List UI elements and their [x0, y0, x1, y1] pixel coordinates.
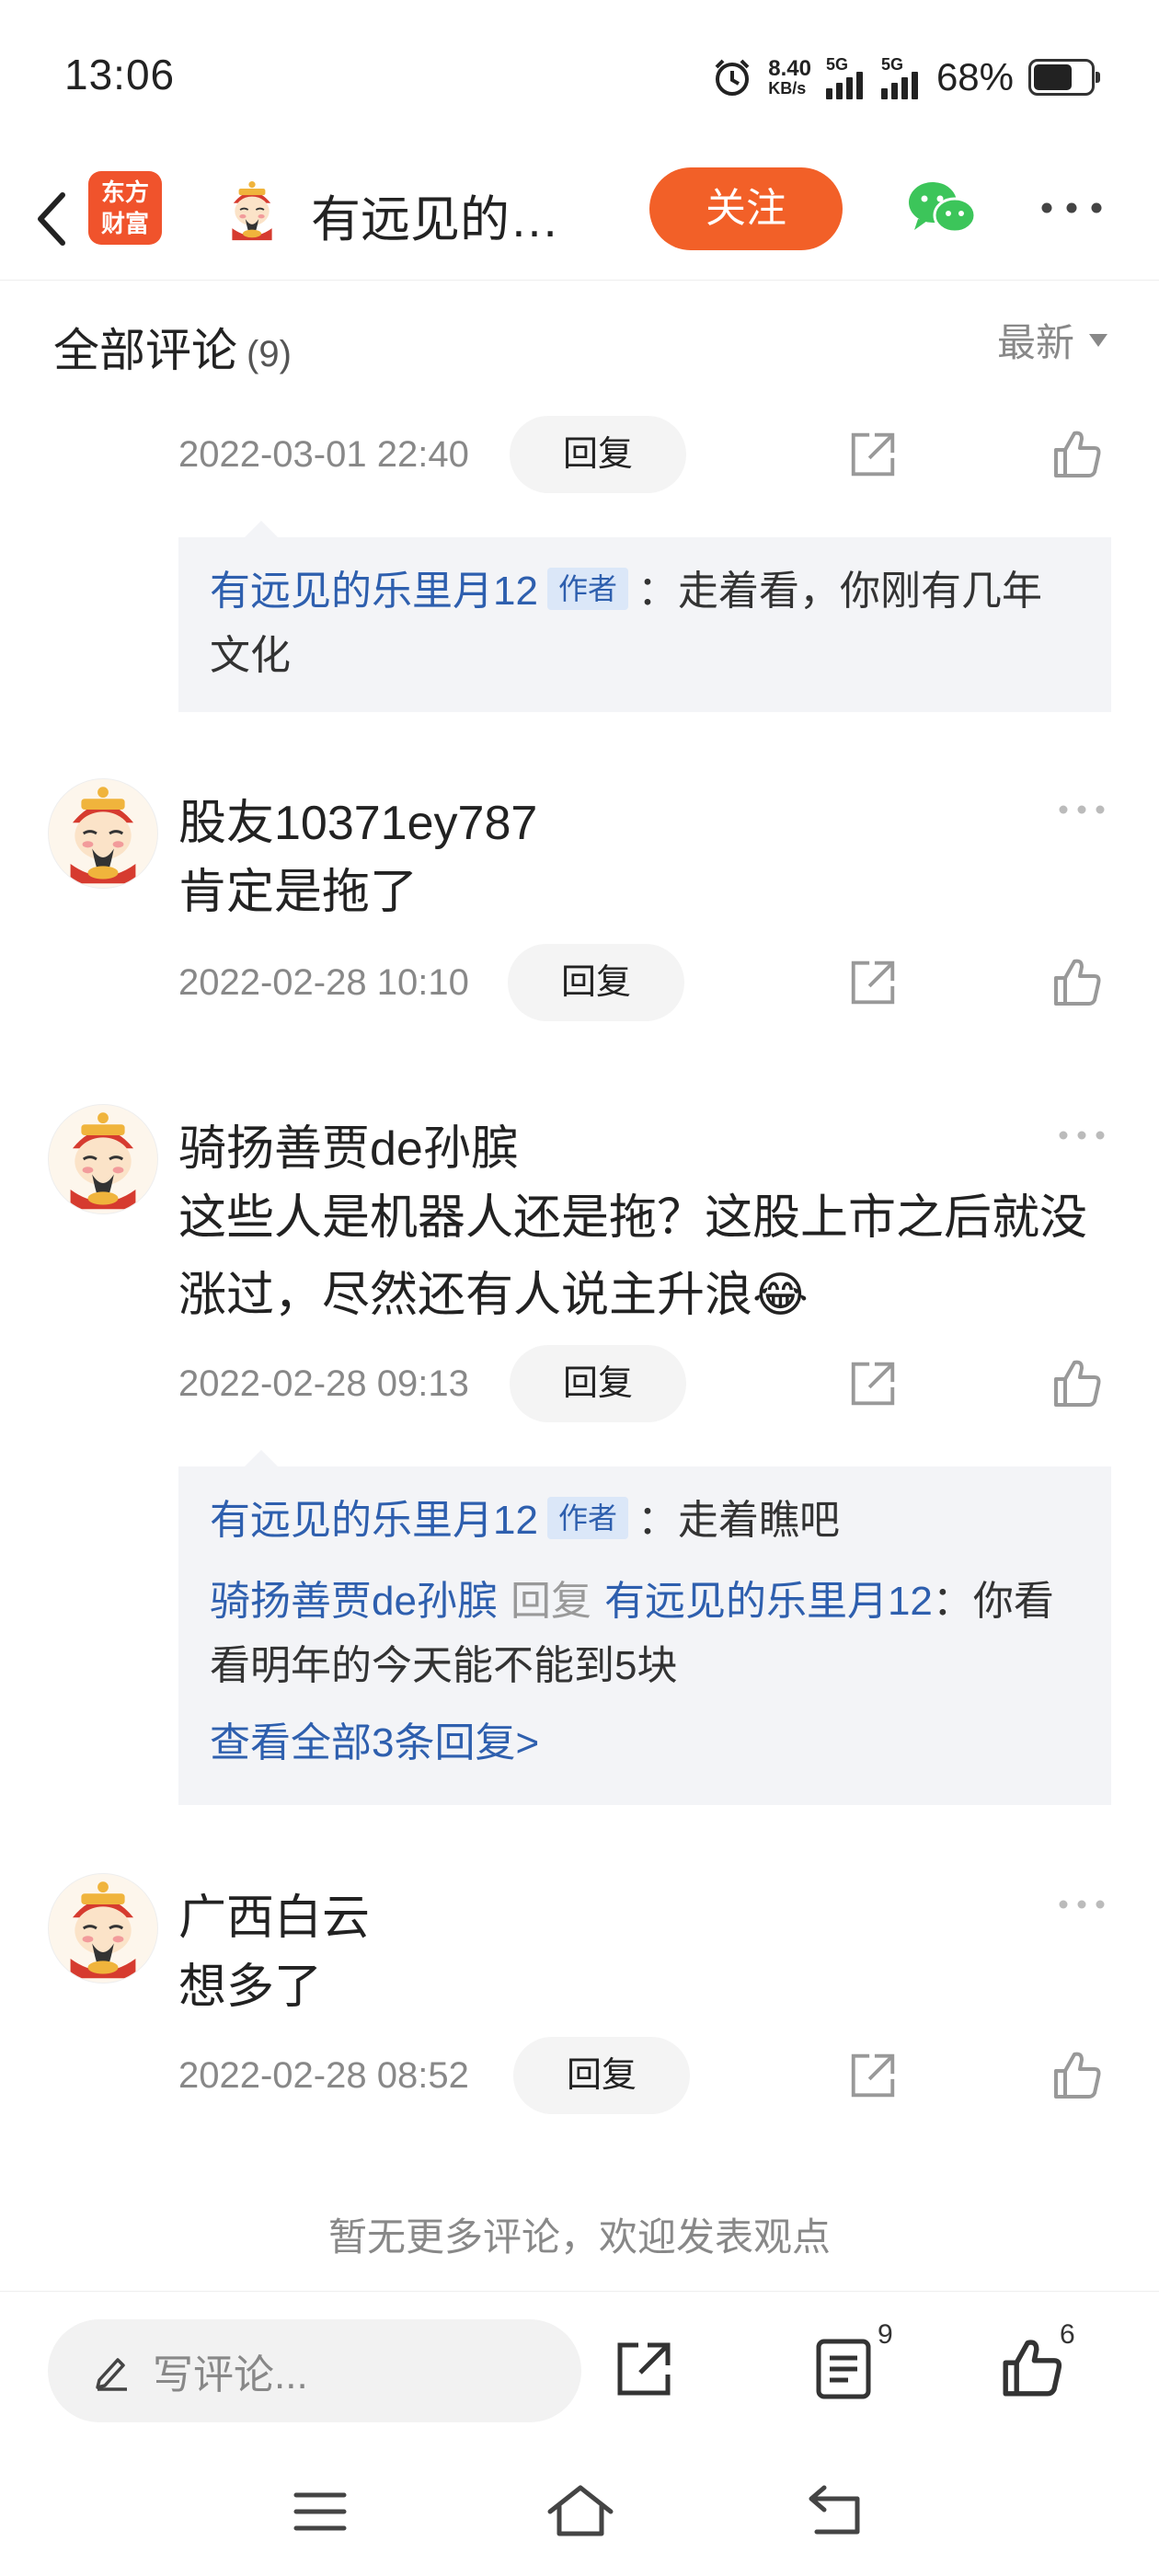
wechat-share-icon[interactable] — [905, 177, 979, 241]
comments-count: (9) — [247, 334, 292, 374]
follow-button[interactable]: 关注 — [649, 167, 843, 250]
sim2-label: 5G — [880, 55, 903, 74]
sort-label: 最新 — [996, 321, 1074, 364]
more-menu-icon[interactable] — [1039, 199, 1104, 217]
comments-title: 全部评论 (9) — [53, 314, 292, 380]
battery-icon — [1028, 59, 1100, 96]
comments-count-badge: 9 — [878, 2319, 893, 2350]
comment-input[interactable]: 写评论... — [48, 2319, 581, 2422]
author-tag: 作者 — [546, 1497, 628, 1539]
reply-button[interactable]: 回复 — [510, 416, 686, 493]
back-nav-icon[interactable] — [804, 2482, 865, 2537]
bottom-action-bar: 写评论... 9 6 — [0, 2291, 1159, 2447]
no-more-comments-text: 暂无更多评论，欢迎发表观点 — [327, 2215, 831, 2259]
app-logo-line1: 东方 — [100, 178, 149, 206]
reply-target[interactable]: 有远见的乐里月12 — [604, 1579, 933, 1624]
reply-box[interactable]: 有远见的乐里月12 作者 ：走着看，你刚有几年文化 — [178, 521, 1111, 712]
caret-down-icon — [1089, 333, 1107, 347]
comment-more-icon[interactable] — [1056, 1897, 1107, 1912]
system-nav-bar — [0, 2447, 1159, 2576]
sort-select[interactable]: 最新 — [997, 312, 1107, 368]
comment-timestamp: 2022-02-28 08:52 — [178, 2055, 469, 2096]
network-speed-value: 8.40 — [768, 56, 811, 81]
sim1-label: 5G — [825, 55, 848, 74]
comment-more-icon[interactable] — [1056, 1128, 1107, 1143]
home-icon[interactable] — [545, 2480, 616, 2539]
like-icon[interactable] — [1049, 1355, 1104, 1410]
comment-username[interactable]: 骑扬善贾de孙膑 — [178, 1110, 519, 1179]
top-header: 东方 财富 有远见的… 关注 — [0, 156, 1159, 281]
status-icons: 8.40 KB/s 5G 5G 68% — [711, 50, 1100, 105]
likes-count-badge: 6 — [1060, 2319, 1075, 2350]
avatar[interactable] — [48, 1873, 158, 1984]
comment-more-icon[interactable] — [1056, 802, 1107, 817]
signal-sim2-icon: 5G — [880, 55, 922, 99]
signal-sim1-icon: 5G — [825, 55, 866, 99]
comment-timestamp: 2022-02-28 10:10 — [178, 962, 469, 1003]
share-icon[interactable] — [846, 428, 900, 481]
comment-text[interactable]: 想多了 — [178, 1949, 1098, 2026]
reply-button[interactable]: 回复 — [510, 1345, 686, 1422]
share-icon[interactable] — [846, 956, 900, 1009]
comment-text[interactable]: 肯定是拖了 — [178, 854, 1098, 931]
share-icon[interactable] — [846, 2049, 900, 2102]
like-icon[interactable] — [1049, 954, 1104, 1009]
reply-box[interactable]: 有远见的乐里月12 作者 ：走着瞧吧 骑扬善贾de孙膑 回复 有远见的乐里月12：你看看… — [178, 1450, 1111, 1805]
battery-percent: 68% — [935, 55, 1014, 98]
comment-username[interactable]: 广西白云 — [178, 1879, 370, 1948]
comments-header: 全部评论 (9) 最新 — [0, 281, 1159, 400]
battery-fill — [1034, 64, 1072, 90]
reply-author[interactable]: 有远见的乐里月12 — [210, 569, 538, 614]
comments-list-icon[interactable] — [813, 2336, 874, 2402]
comments-title-text: 全部评论 — [53, 325, 237, 376]
network-speed-unit: KB/s — [768, 79, 807, 98]
page-title[interactable]: 有远见的… — [311, 178, 559, 251]
author-avatar[interactable] — [219, 177, 285, 243]
reply-author[interactable]: 有远见的乐里月12 — [210, 1498, 538, 1543]
reply-author[interactable]: 骑扬善贾de孙膑 — [210, 1579, 498, 1624]
network-speed: 8.40 KB/s — [768, 56, 811, 98]
comment-username[interactable]: 股友10371ey787 — [178, 784, 537, 853]
app-logo[interactable]: 东方 财富 — [88, 171, 162, 245]
status-bar: 13:06 8.40 KB/s 5G 5G 68% — [0, 0, 1159, 156]
author-tag: 作者 — [546, 568, 628, 610]
menu-icon[interactable] — [291, 2488, 350, 2536]
view-all-replies-link[interactable]: 查看全部3条回复> — [210, 1709, 1080, 1777]
reply-button[interactable]: 回复 — [508, 944, 684, 1021]
app-logo-line2: 财富 — [100, 210, 149, 237]
alarm-icon — [711, 56, 753, 98]
share-icon[interactable] — [846, 1357, 900, 1410]
reply-item: 有远见的乐里月12 作者 ：走着瞧吧 — [210, 1489, 1080, 1553]
back-arrow-icon[interactable] — [26, 184, 81, 254]
comment-timestamp: 2022-03-01 22:40 — [178, 434, 469, 475]
comment-text[interactable]: 这些人是机器人还是拖？这股上市之后就没涨过，尽然还有人说主升浪😂 — [178, 1179, 1098, 1334]
reply-button[interactable]: 回复 — [513, 2037, 690, 2114]
like-icon[interactable] — [999, 2334, 1065, 2400]
avatar[interactable] — [48, 1104, 158, 1214]
comment-input-placeholder: 写评论... — [153, 2352, 308, 2398]
reply-item: 骑扬善贾de孙膑 回复 有远见的乐里月12：你看看明年的今天能不能到5块 — [210, 1570, 1080, 1698]
reply-item: 有远见的乐里月12 作者 ：走着看，你刚有几年文化 — [210, 559, 1080, 688]
status-time: 13:06 — [64, 51, 176, 98]
share-icon[interactable] — [611, 2336, 677, 2402]
reply-to-word: 回复 — [510, 1579, 591, 1624]
pencil-icon — [96, 2358, 127, 2391]
like-icon[interactable] — [1049, 2047, 1104, 2102]
reply-text: ：走着瞧吧 — [637, 1498, 840, 1543]
like-icon[interactable] — [1049, 426, 1104, 481]
comment-timestamp: 2022-02-28 09:13 — [178, 1363, 469, 1404]
avatar[interactable] — [48, 778, 158, 889]
